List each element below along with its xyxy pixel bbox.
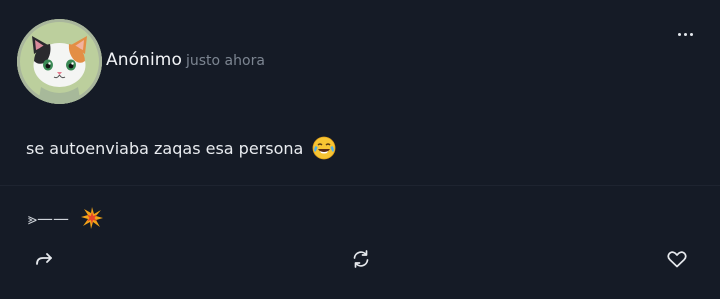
face-with-tears-of-joy-icon — [312, 136, 336, 164]
post-card: Anónimo justo ahora se autoenviaba zaqas… — [0, 0, 720, 299]
like-button[interactable] — [665, 247, 689, 271]
divider — [0, 185, 720, 186]
heart-icon — [667, 251, 687, 268]
avatar[interactable] — [17, 19, 102, 104]
post-body: se autoenviaba zaqas esa persona — [26, 136, 336, 164]
share-arrow-icon — [36, 253, 52, 265]
tagline-text: ⪢—— — [28, 209, 70, 228]
post-footer-text: ⪢—— — [28, 206, 104, 234]
collision-icon — [80, 206, 104, 234]
author-name[interactable]: Anónimo — [106, 50, 182, 70]
repost-icon — [353, 250, 369, 268]
more-options-button[interactable] — [671, 22, 699, 46]
post-text: se autoenviaba zaqas esa persona — [26, 139, 304, 158]
cat-avatar-icon — [17, 19, 102, 104]
post-timestamp: justo ahora — [186, 53, 265, 69]
share-button[interactable] — [34, 247, 58, 271]
repost-button[interactable] — [350, 247, 374, 271]
